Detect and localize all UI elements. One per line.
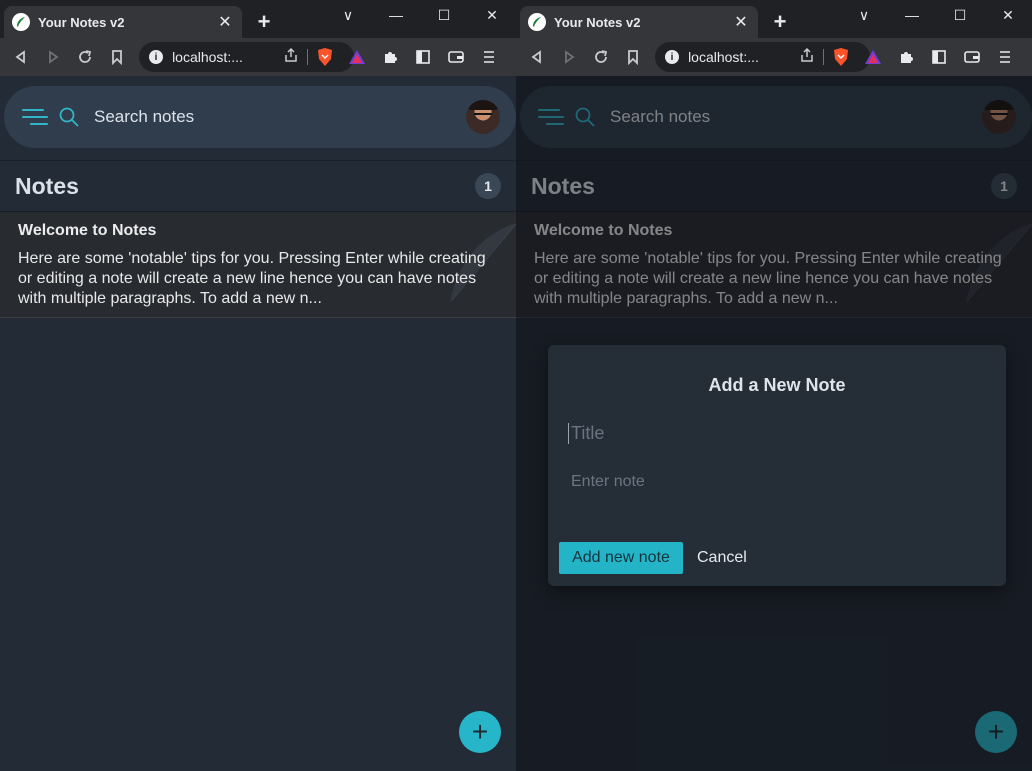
tab-search-icon[interactable]: ∨ (840, 0, 888, 30)
sidebar-icon[interactable] (409, 43, 437, 71)
url-text: localhost:... (172, 49, 243, 65)
brave-rewards-icon[interactable] (864, 48, 882, 66)
note-title-input[interactable] (568, 423, 988, 444)
wallet-icon[interactable] (958, 43, 986, 71)
maximize-icon[interactable]: ☐ (420, 0, 468, 30)
bookmark-icon[interactable] (103, 43, 130, 71)
bookmark-icon[interactable] (619, 43, 646, 71)
address-bar[interactable]: i localhost:... (139, 42, 355, 72)
extensions-icon[interactable] (892, 43, 920, 71)
browser-toolbar: i localhost:... (516, 38, 1032, 76)
add-new-note-button[interactable]: Add new note (559, 542, 683, 574)
notes-header: Notes 1 (0, 160, 516, 212)
extensions-icon[interactable] (376, 43, 404, 71)
search-icon (58, 106, 80, 128)
notes-app: Notes 1 Welcome to Notes Here are some '… (0, 76, 516, 771)
divider (307, 49, 309, 65)
minimize-icon[interactable]: — (372, 0, 420, 30)
address-bar[interactable]: i localhost:... (655, 42, 871, 72)
browser-tab[interactable]: Your Notes v2 ✕ (4, 6, 242, 38)
modal-title: Add a New Note (708, 375, 846, 395)
search-input[interactable] (94, 107, 466, 127)
tab-strip: Your Notes v2 ✕ + ∨ — ☐ ✕ (0, 0, 516, 38)
new-tab-button[interactable]: + (768, 10, 792, 34)
page-title: Notes (15, 172, 79, 199)
minimize-icon[interactable]: — (888, 0, 936, 30)
toolbar-right (892, 43, 1024, 71)
forward-icon[interactable] (40, 43, 67, 71)
feather-favicon-icon (12, 13, 30, 31)
browser-tab[interactable]: Your Notes v2 ✕ (520, 6, 758, 38)
back-icon[interactable] (524, 43, 551, 71)
avatar[interactable] (466, 100, 500, 134)
brave-shields-icon[interactable] (832, 47, 850, 67)
note-body-input[interactable] (571, 473, 991, 491)
menu-toggle-icon[interactable] (22, 107, 48, 127)
close-window-icon[interactable]: ✕ (468, 0, 516, 30)
brave-rewards-icon[interactable] (348, 48, 366, 66)
browser-toolbar: i localhost:... (0, 38, 516, 76)
close-tab-icon[interactable]: ✕ (732, 12, 750, 32)
reload-icon[interactable] (588, 43, 615, 71)
new-tab-button[interactable]: + (252, 10, 276, 34)
add-note-button[interactable]: + (459, 711, 501, 753)
screens: Your Notes v2 ✕ + ∨ — ☐ ✕ i localhost:..… (0, 0, 1032, 771)
site-info-icon[interactable]: i (665, 50, 680, 64)
tab-strip: Your Notes v2 ✕ + ∨ — ☐ ✕ (516, 0, 1032, 38)
site-info-icon[interactable]: i (149, 50, 164, 64)
sidebar-icon[interactable] (925, 43, 953, 71)
note-title: Welcome to Notes (18, 222, 157, 239)
back-icon[interactable] (8, 43, 35, 71)
wallet-icon[interactable] (442, 43, 470, 71)
url-text: localhost:... (688, 49, 759, 65)
share-icon[interactable] (283, 47, 299, 68)
window-controls: ∨ — ☐ ✕ (324, 0, 516, 30)
window-controls: ∨ — ☐ ✕ (840, 0, 1032, 30)
browser-window-left: Your Notes v2 ✕ + ∨ — ☐ ✕ i localhost:..… (0, 0, 516, 771)
tab-title: Your Notes v2 (38, 14, 125, 30)
cancel-button[interactable]: Cancel (697, 549, 747, 567)
tab-search-icon[interactable]: ∨ (324, 0, 372, 30)
brave-shields-icon[interactable] (316, 47, 334, 67)
tab-title: Your Notes v2 (554, 14, 641, 30)
modal-overlay[interactable]: Add a New Note Add new note Cancel (516, 76, 1032, 771)
note-card[interactable]: Welcome to Notes Here are some 'notable'… (0, 212, 516, 318)
note-count-badge: 1 (475, 173, 501, 199)
share-icon[interactable] (799, 47, 815, 68)
browser-window-right: Your Notes v2 ✕ + ∨ — ☐ ✕ i localhost:..… (516, 0, 1032, 771)
menu-icon[interactable] (475, 43, 503, 71)
divider (823, 49, 825, 65)
forward-icon[interactable] (556, 43, 583, 71)
toolbar-right (376, 43, 508, 71)
reload-icon[interactable] (72, 43, 99, 71)
feather-favicon-icon (528, 13, 546, 31)
close-tab-icon[interactable]: ✕ (216, 12, 234, 32)
maximize-icon[interactable]: ☐ (936, 0, 984, 30)
close-window-icon[interactable]: ✕ (984, 0, 1032, 30)
note-body: Here are some 'notable' tips for you. Pr… (18, 250, 486, 307)
search-bar (4, 86, 516, 148)
menu-icon[interactable] (991, 43, 1019, 71)
add-note-modal: Add a New Note Add new note Cancel (548, 345, 1006, 586)
